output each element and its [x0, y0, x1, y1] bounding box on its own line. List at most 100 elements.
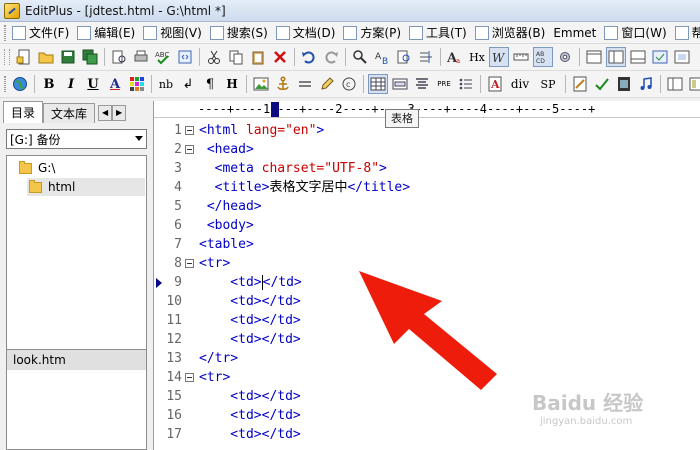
bold-button[interactable]: B: [39, 74, 59, 94]
span-button[interactable]: SP: [535, 74, 561, 94]
preferences-button[interactable]: [555, 47, 575, 67]
line-number: 6: [174, 218, 182, 233]
code-line[interactable]: 6 <body>: [154, 216, 700, 235]
frame-button[interactable]: [665, 74, 685, 94]
tree-item-html[interactable]: html: [27, 178, 145, 196]
save-button[interactable]: [58, 47, 78, 67]
comment-button[interactable]: [317, 74, 337, 94]
browser-button[interactable]: [650, 47, 670, 67]
font-button[interactable]: Aa: [445, 47, 465, 67]
code-line[interactable]: 17 <td></td>: [154, 425, 700, 444]
menu-item-2[interactable]: 视图(V): [140, 23, 207, 43]
find-button[interactable]: [350, 47, 370, 67]
find-in-files-button[interactable]: [394, 47, 414, 67]
fold-toggle-icon[interactable]: [185, 259, 194, 268]
goto-line-button[interactable]: [416, 47, 436, 67]
toolbar-grip[interactable]: [4, 49, 10, 65]
new-file-button[interactable]: [14, 47, 34, 67]
fold-toggle-icon[interactable]: [185, 145, 194, 154]
tab-directory[interactable]: 目录: [3, 101, 44, 123]
cliptext-window-button[interactable]: [606, 47, 626, 67]
spell-check-button[interactable]: ABC: [153, 47, 173, 67]
menu-item-3[interactable]: 搜索(S): [207, 23, 273, 43]
menubar-grip[interactable]: [4, 24, 6, 41]
table-button[interactable]: [368, 74, 388, 94]
word-wrap-button[interactable]: W: [489, 47, 509, 67]
image-button[interactable]: [251, 74, 271, 94]
cut-button[interactable]: [204, 47, 224, 67]
validate-button[interactable]: [592, 74, 612, 94]
open-file-button[interactable]: [36, 47, 56, 67]
div-button[interactable]: div: [507, 74, 533, 94]
script-button[interactable]: A: [485, 74, 505, 94]
code-line[interactable]: 7 <table>: [154, 235, 700, 254]
pre-button[interactable]: PRE: [434, 74, 454, 94]
tab-scroll-left-button[interactable]: ◀: [98, 105, 113, 121]
html-toolbar-button[interactable]: [175, 47, 195, 67]
title-bar[interactable]: EditPlus - [jdtest.html - G:\html *]: [0, 0, 700, 22]
menu-item-9[interactable]: 窗口(W): [601, 23, 671, 43]
replace-button[interactable]: AB: [372, 47, 392, 67]
sound-button[interactable]: [636, 74, 656, 94]
code-token: charset=: [261, 161, 325, 176]
align-button[interactable]: [412, 74, 432, 94]
paragraph-button[interactable]: ¶: [200, 74, 220, 94]
menu-item-10[interactable]: 帮助(H): [672, 23, 700, 43]
italic-button[interactable]: I: [61, 74, 81, 94]
color-palette-button[interactable]: [127, 74, 147, 94]
underline-button[interactable]: U: [83, 74, 103, 94]
output-window-button[interactable]: [628, 47, 648, 67]
anchor-button[interactable]: [273, 74, 293, 94]
form-button[interactable]: [390, 74, 410, 94]
code-line[interactable]: 1 <html lang="en">: [154, 121, 700, 140]
code-line[interactable]: 4 <title>表格文字居中</title>: [154, 178, 700, 197]
svg-text:B: B: [382, 57, 388, 65]
menu-item-4[interactable]: 文档(D): [273, 23, 341, 43]
fold-toggle-icon[interactable]: [185, 126, 194, 135]
code-line[interactable]: 2 <head>: [154, 140, 700, 159]
tree-item-root[interactable]: G:\: [19, 159, 55, 177]
menu-item-7[interactable]: 浏览器(B): [472, 23, 551, 43]
tab-cliptext[interactable]: 文本库: [43, 103, 96, 123]
ruler-button[interactable]: [511, 47, 531, 67]
directory-window-button[interactable]: [584, 47, 604, 67]
code-line[interactable]: 3 <meta charset="UTF-8">: [154, 159, 700, 178]
delete-button[interactable]: [270, 47, 290, 67]
print-button[interactable]: [131, 47, 151, 67]
tab-scroll-right-button[interactable]: ▶: [112, 105, 127, 121]
list-button[interactable]: [456, 74, 476, 94]
fullscreen-button[interactable]: [672, 47, 692, 67]
heading-button[interactable]: H: [222, 74, 242, 94]
fold-toggle-icon[interactable]: [185, 373, 194, 382]
menu-item-5[interactable]: 方案(P): [340, 23, 406, 43]
code-line[interactable]: 5 </head>: [154, 197, 700, 216]
line-number-button[interactable]: AB CD: [533, 47, 553, 67]
column-ruler: ----+----1----+----2----+----3----+----4…: [154, 101, 700, 118]
nbsp-button[interactable]: nb: [156, 74, 176, 94]
code-token: <head>: [199, 142, 254, 157]
menu-item-1[interactable]: 编辑(E): [74, 23, 140, 43]
menu-item-8[interactable]: Emmet: [550, 23, 601, 43]
save-all-button[interactable]: [80, 47, 100, 67]
hex-view-button[interactable]: Hx: [467, 47, 487, 67]
font-color-button[interactable]: A: [105, 74, 125, 94]
menu-item-0[interactable]: 文件(F): [9, 23, 74, 43]
css-editor-button[interactable]: [570, 74, 590, 94]
drive-select[interactable]: [G:] 备份: [6, 129, 147, 149]
undo-button[interactable]: [299, 47, 319, 67]
paste-button[interactable]: [248, 47, 268, 67]
file-list[interactable]: look.htm: [6, 349, 147, 450]
line-break-button[interactable]: ↲: [178, 74, 198, 94]
horizontal-rule-button[interactable]: [295, 74, 315, 94]
special-char-button[interactable]: c: [339, 74, 359, 94]
menu-item-6[interactable]: 工具(T): [406, 23, 472, 43]
browser-preview-button[interactable]: [10, 74, 30, 94]
copy-button[interactable]: [226, 47, 246, 67]
layout-button[interactable]: [687, 74, 700, 94]
media-button[interactable]: [614, 74, 634, 94]
redo-button[interactable]: [321, 47, 341, 67]
toolbar-grip[interactable]: [4, 76, 6, 92]
print-preview-button[interactable]: [109, 47, 129, 67]
file-item[interactable]: look.htm: [7, 350, 146, 370]
code-editor[interactable]: ----+----1----+----2----+----3----+----4…: [153, 101, 700, 450]
